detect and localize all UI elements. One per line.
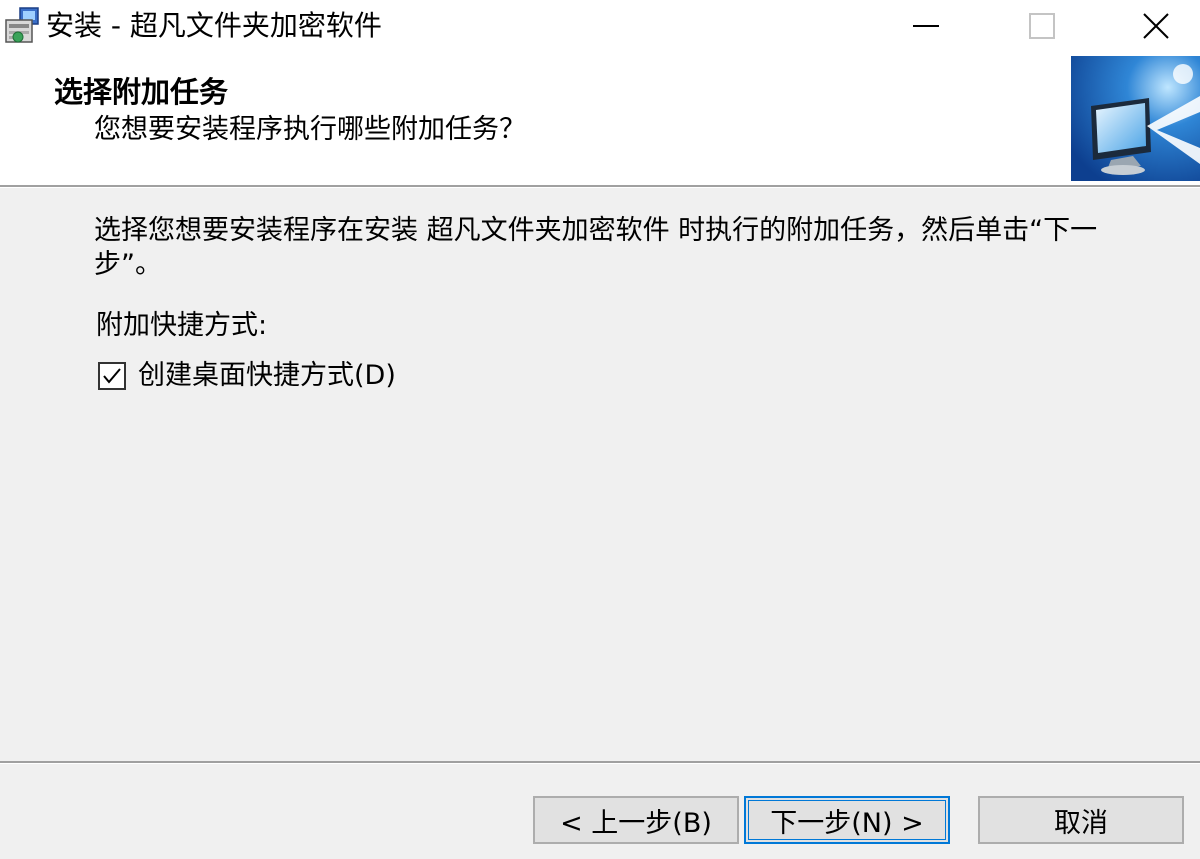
cancel-button[interactable]: 取消 xyxy=(978,796,1184,844)
desktop-shortcut-label[interactable]: 创建桌面快捷方式(D) xyxy=(138,359,396,393)
close-button[interactable] xyxy=(1098,0,1200,52)
next-button[interactable]: 下一步(N) > xyxy=(744,796,950,844)
minimize-icon xyxy=(913,25,939,27)
footer-divider-highlight xyxy=(0,763,1200,764)
back-button[interactable]: < 上一步(B) xyxy=(533,796,739,844)
page-subtitle: 您想要安装程序执行哪些附加任务？ xyxy=(94,114,526,145)
title-bar[interactable]: 安装 - 超凡文件夹加密软件 xyxy=(0,0,1200,52)
installer-icon xyxy=(4,6,40,46)
page-title: 选择附加任务 xyxy=(54,75,229,109)
wizard-header: 选择附加任务 您想要安装程序执行哪些附加任务？ xyxy=(0,52,1200,186)
window-title: 安装 - 超凡文件夹加密软件 xyxy=(46,9,382,42)
checkmark-icon xyxy=(103,368,121,384)
instruction-text: 选择您想要安装程序在安装 超凡文件夹加密软件 时执行的附加任务，然后单击“下一步… xyxy=(94,215,1098,280)
maximize-button[interactable] xyxy=(984,0,1100,52)
focus-ring xyxy=(748,800,946,840)
desktop-shortcut-checkbox[interactable] xyxy=(98,362,126,390)
close-icon xyxy=(1143,13,1169,39)
desktop-shortcut-task[interactable]: 创建桌面快捷方式(D) xyxy=(98,357,396,395)
monitor-install-graphic xyxy=(1071,56,1200,181)
installer-window: 安装 - 超凡文件夹加密软件 选择附加任务 您想要安装程序执行哪些附加任务？ 选… xyxy=(0,0,1200,859)
maximize-icon xyxy=(1029,13,1055,39)
shortcut-group-label: 附加快捷方式: xyxy=(96,310,268,341)
header-divider-highlight xyxy=(0,187,1200,188)
minimize-button[interactable] xyxy=(868,0,984,52)
